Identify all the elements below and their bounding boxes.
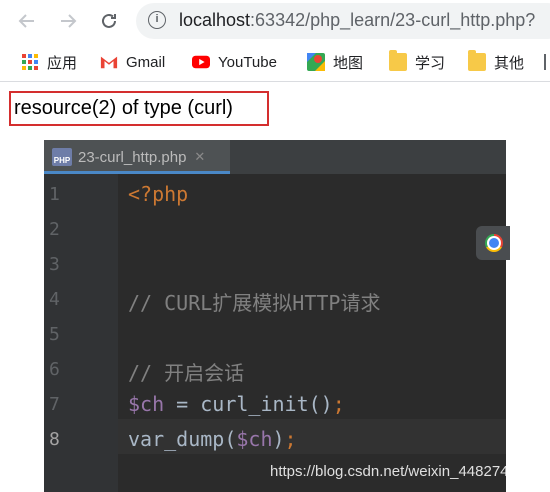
forward-arrow-icon <box>61 14 77 28</box>
open-in-browser-button[interactable] <box>476 226 510 260</box>
code-line-7: $ch = curl_init(); <box>128 392 345 416</box>
bookmark-apps[interactable]: 应用 <box>21 51 77 73</box>
code-editor-image: PHP 23-curl_http.php ✕ 1 2 3 4 5 6 7 8 <… <box>44 140 506 492</box>
folder-icon <box>389 50 407 71</box>
chrome-icon <box>485 234 503 252</box>
code-line-4: // CURL扩展模拟HTTP请求 <box>128 291 381 315</box>
code-area: <?php // CURL扩展模拟HTTP请求 // 开启会话 $ch = cu… <box>118 174 506 492</box>
bookmark-gmail[interactable]: Gmail <box>100 51 165 73</box>
line-number: 7 <box>49 394 60 415</box>
bookmark-label: 其他 <box>494 54 525 72</box>
editor-tab-bar: PHP 23-curl_http.php ✕ <box>44 140 506 174</box>
bookmark-label: 学习 <box>415 54 446 72</box>
line-number: 3 <box>49 254 60 275</box>
php-file-icon: PHP <box>52 148 72 166</box>
line-number: 6 <box>49 359 60 380</box>
line-number-gutter: 1 2 3 4 5 6 7 8 <box>44 174 118 492</box>
bookmark-youtube[interactable]: YouTube <box>192 51 277 73</box>
bookmark-label: 应用 <box>47 54 78 72</box>
var-dump-output: resource(2) of type (curl) <box>14 97 233 119</box>
back-arrow-icon <box>18 14 34 28</box>
maps-icon <box>307 53 325 71</box>
line-number: 2 <box>49 219 60 240</box>
gmail-icon <box>100 56 118 69</box>
bookmarks-bar: 应用 Gmail YouTube 地图 学习 其他 <box>0 42 550 82</box>
back-button[interactable] <box>14 8 40 34</box>
code-line-6: // 开启会话 <box>128 361 245 385</box>
watermark-text: https://blog.csdn.net/weixin_44827418 <box>270 463 526 480</box>
editor-tab: PHP 23-curl_http.php ✕ <box>44 140 230 174</box>
output-highlight-box: resource(2) of type (curl) <box>9 91 269 126</box>
url-text[interactable]: localhost:63342/php_learn/23-curl_http.p… <box>179 10 535 31</box>
editor-tab-label: 23-curl_http.php <box>78 148 187 166</box>
reload-icon <box>102 13 116 28</box>
bookmarks-overflow-icon[interactable] <box>544 54 546 70</box>
bookmark-folder-study[interactable]: 学习 <box>389 50 446 73</box>
bookmark-label: YouTube <box>218 53 277 71</box>
code-line-8: var_dump($ch); <box>128 427 297 451</box>
bookmark-maps[interactable]: 地图 <box>307 51 363 73</box>
line-number: 5 <box>49 324 60 345</box>
bookmark-folder-other[interactable]: 其他 <box>468 50 525 73</box>
line-number: 8 <box>49 429 60 450</box>
forward-button[interactable] <box>55 8 81 34</box>
apps-grid-icon <box>22 54 38 70</box>
line-number: 4 <box>49 289 60 310</box>
browser-toolbar: i localhost:63342/php_learn/23-curl_http… <box>0 0 550 42</box>
address-bar[interactable]: i localhost:63342/php_learn/23-curl_http… <box>136 3 550 39</box>
folder-icon <box>468 50 486 71</box>
bookmark-label: Gmail <box>126 53 166 71</box>
youtube-icon <box>192 55 210 69</box>
code-line-1: <?php <box>128 182 189 206</box>
close-icon: ✕ <box>194 149 206 164</box>
info-icon[interactable]: i <box>148 11 166 29</box>
reload-button[interactable] <box>96 8 122 34</box>
bookmark-label: 地图 <box>333 54 364 72</box>
line-number: 1 <box>49 184 60 205</box>
